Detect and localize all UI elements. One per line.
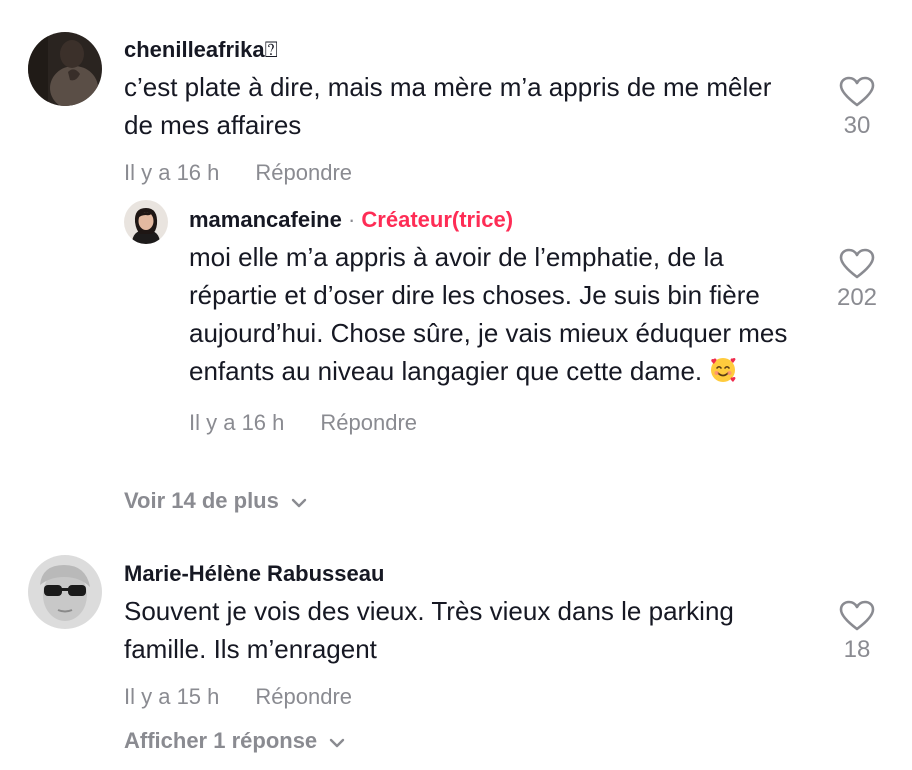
heart-icon	[839, 600, 875, 631]
avatar-photo-icon	[124, 200, 168, 244]
like-count: 18	[843, 636, 871, 663]
avatar[interactable]	[28, 555, 102, 629]
reply-meta: Il y a 16 h Répondre	[189, 410, 809, 436]
show-replies-button[interactable]: Afficher 1 réponse	[124, 728, 345, 754]
like-button[interactable]: 202	[827, 248, 887, 312]
chevron-down-icon	[329, 728, 345, 754]
creator-badge: Créateur(trice)	[361, 207, 514, 232]
heart-icon	[839, 76, 875, 107]
reply-button[interactable]: Répondre	[255, 684, 352, 709]
like-count: 30	[843, 112, 871, 139]
comment-text: c’est plate à dire, mais ma mère m’a app…	[124, 72, 772, 140]
reply-text: moi elle m’a appris à avoir de l’emphati…	[189, 238, 809, 394]
view-more-replies-button[interactable]: Voir 14 de plus	[124, 488, 307, 514]
chevron-down-icon	[291, 488, 307, 514]
comment-meta: Il y a 15 h Répondre	[124, 684, 804, 710]
reply-time: Il y a 16 h	[189, 410, 285, 435]
smiling-face-with-hearts-icon	[709, 356, 737, 394]
like-button[interactable]: 18	[827, 600, 887, 664]
comment-text: Souvent je vois des vieux. Très vieux da…	[124, 596, 734, 664]
comment-meta: Il y a 16 h Répondre	[124, 160, 804, 186]
like-count: 202	[836, 284, 878, 311]
reply-button[interactable]: Répondre	[320, 410, 417, 435]
comment-username[interactable]: Marie-Hélène Rabusseau	[124, 560, 804, 588]
avatar-photo-icon	[28, 555, 102, 629]
like-button[interactable]: 30	[827, 76, 887, 140]
reply-username[interactable]: mamancafeine · Créateur(trice)	[189, 206, 809, 234]
reply-button[interactable]: Répondre	[255, 160, 352, 185]
comment-username[interactable]: chenilleafrika⍰	[124, 36, 804, 64]
avatar[interactable]	[124, 200, 168, 244]
comment-time: Il y a 15 h	[124, 684, 220, 709]
avatar[interactable]	[28, 32, 102, 106]
comment-time: Il y a 16 h	[124, 160, 220, 185]
avatar-photo-icon	[28, 32, 102, 106]
heart-icon	[839, 248, 875, 279]
